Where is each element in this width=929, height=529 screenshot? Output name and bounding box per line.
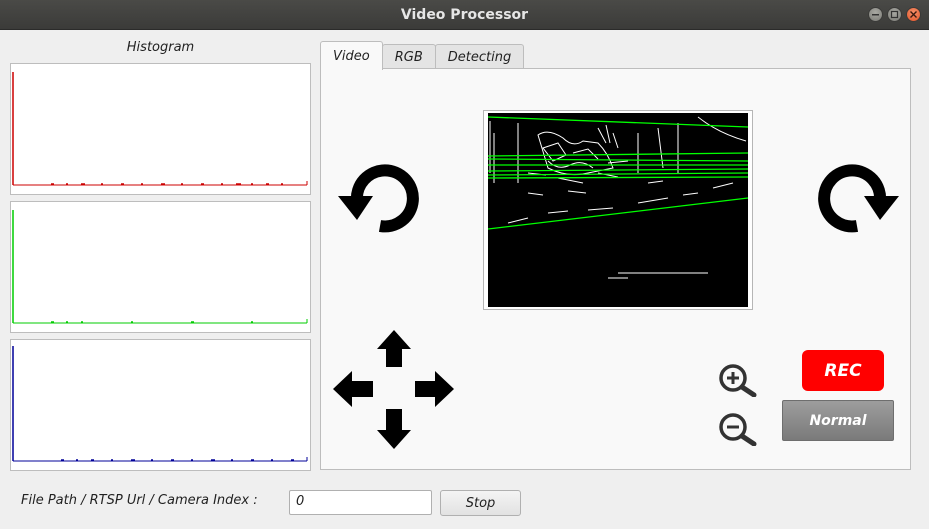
zoom-out-button[interactable] xyxy=(717,412,757,450)
tab-video[interactable]: Video xyxy=(320,41,383,70)
minimize-icon xyxy=(872,14,879,16)
normal-mode-button[interactable]: Normal xyxy=(782,400,894,441)
maximize-icon xyxy=(890,10,899,19)
source-input[interactable]: 0 xyxy=(289,490,432,515)
window-title: Video Processor xyxy=(400,6,529,23)
tab-detecting[interactable]: Detecting xyxy=(434,44,525,70)
histogram-red xyxy=(10,63,311,195)
pan-control xyxy=(333,329,455,455)
tab-bar: Video RGB Detecting xyxy=(320,41,525,70)
rec-button[interactable]: REC xyxy=(802,350,884,391)
zoom-in-button[interactable] xyxy=(717,363,757,401)
pan-arrows-icon xyxy=(333,330,454,449)
stop-button[interactable]: Stop xyxy=(440,490,521,516)
rotate-right-icon xyxy=(818,164,899,233)
title-bar: Video Processor xyxy=(0,0,929,30)
zoom-in-icon xyxy=(719,364,757,398)
histogram-red-plot xyxy=(12,72,308,186)
tab-rgb[interactable]: RGB xyxy=(381,44,436,70)
minimize-button[interactable] xyxy=(868,7,883,22)
video-tab-panel: REC Normal xyxy=(320,68,911,470)
rotate-right-button[interactable] xyxy=(816,163,900,237)
maximize-button[interactable] xyxy=(887,7,902,22)
zoom-out-icon xyxy=(719,413,757,447)
video-display xyxy=(483,110,753,310)
pan-down-icon xyxy=(377,409,411,449)
histogram-blue-plot xyxy=(12,346,308,462)
pan-left-icon xyxy=(333,371,373,407)
histogram-green xyxy=(10,201,311,333)
source-label: File Path / RTSP Url / Camera Index : xyxy=(21,493,258,508)
rotate-left-button[interactable] xyxy=(337,163,421,237)
video-frame-image xyxy=(487,113,749,307)
close-icon xyxy=(910,11,917,18)
pan-up-icon xyxy=(377,330,411,367)
histogram-green-plot xyxy=(12,210,308,324)
histogram-blue xyxy=(10,339,311,471)
window-controls xyxy=(868,7,921,22)
pan-right-icon xyxy=(415,371,454,407)
histogram-title: Histogram xyxy=(126,40,195,55)
edge-detection-image xyxy=(487,113,749,307)
rotate-left-icon xyxy=(338,164,419,233)
close-button[interactable] xyxy=(906,7,921,22)
